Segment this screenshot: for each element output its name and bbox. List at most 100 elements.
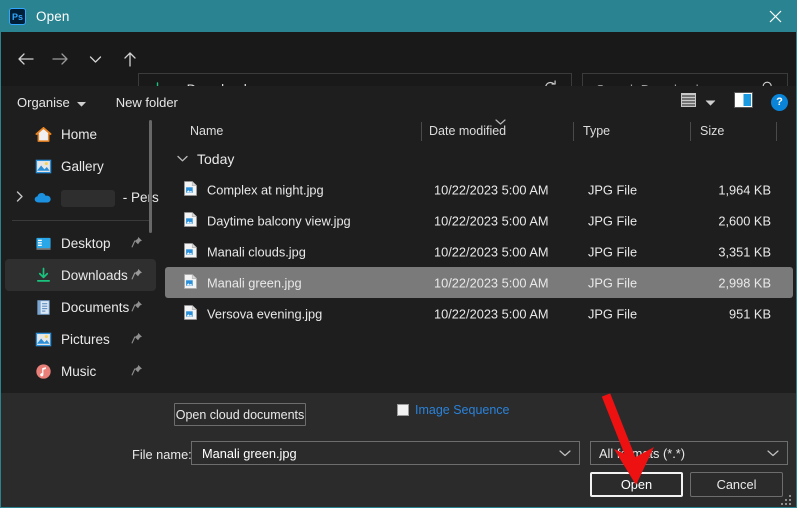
desktop-glyph — [35, 237, 51, 250]
chevron-right-glyph — [16, 191, 23, 202]
jpg-file-icon — [184, 180, 197, 199]
file-name-input[interactable] — [200, 444, 554, 462]
file-name-label: File name: — [132, 447, 192, 462]
table-row-selected[interactable]: Manali green.jpg 10/22/2023 5:00 AM JPG … — [165, 267, 793, 298]
jpg-file-glyph — [184, 304, 197, 320]
photoshop-icon: Ps — [9, 8, 26, 25]
file-format-combobox[interactable]: All formats (*.*) — [590, 441, 788, 465]
sidebar-item-label: Music — [61, 363, 97, 379]
file-name-chevron-down-icon[interactable] — [559, 444, 571, 462]
group-header-today[interactable]: Today — [160, 144, 796, 174]
file-list: Name Date modified Type Size Today Compl… — [160, 118, 796, 393]
sidebar-item-music[interactable]: Music — [5, 355, 156, 387]
file-date: 10/22/2023 5:00 AM — [434, 182, 549, 197]
back-arrow-glyph — [17, 53, 34, 65]
documents-icon — [34, 298, 52, 316]
file-name: Manali green.jpg — [207, 275, 302, 290]
home-icon — [34, 125, 52, 143]
desktop-icon — [34, 234, 52, 252]
open-button[interactable]: Open — [590, 472, 683, 497]
navigation-sidebar[interactable]: Home Gallery - Pers Desktop Downloads Do… — [1, 118, 160, 393]
group-collapse-chevron-down-icon[interactable] — [177, 154, 188, 165]
table-row[interactable]: Daytime balcony view.jpg 10/22/2023 5:00… — [165, 205, 793, 236]
pin-glyph — [131, 268, 142, 279]
help-button[interactable]: ? — [771, 93, 788, 111]
column-header-date-modified[interactable]: Date modified — [429, 124, 506, 138]
file-format-value: All formats (*.*) — [599, 445, 686, 461]
column-divider[interactable] — [573, 122, 574, 141]
view-options-chevron-down-icon[interactable] — [705, 93, 716, 111]
image-sequence-checkbox[interactable] — [397, 404, 409, 416]
file-type: JPG File — [588, 244, 638, 259]
window-title: Open — [36, 9, 70, 24]
up-icon[interactable] — [115, 44, 145, 74]
sidebar-item-desktop[interactable]: Desktop — [5, 227, 156, 259]
cloud-glyph — [34, 192, 51, 203]
command-bar: Organise New folder ? — [1, 86, 796, 118]
pin-icon[interactable] — [131, 268, 143, 283]
resize-grip[interactable] — [781, 492, 793, 505]
gallery-glyph — [35, 159, 51, 173]
file-name-combobox[interactable] — [191, 441, 580, 465]
image-sequence-label[interactable]: Image Sequence — [415, 403, 510, 417]
pin-icon[interactable] — [131, 364, 143, 379]
jpg-file-glyph — [184, 273, 197, 289]
pin-icon[interactable] — [131, 300, 143, 315]
jpg-file-icon — [184, 304, 197, 323]
recent-locations-chevron-down-icon[interactable] — [80, 44, 110, 74]
sidebar-item-pictures[interactable]: Pictures — [5, 323, 156, 355]
table-row[interactable]: Manali clouds.jpg 10/22/2023 5:00 AM JPG… — [165, 236, 793, 267]
column-divider[interactable] — [421, 122, 422, 141]
jpg-file-icon — [184, 211, 197, 230]
file-name: Daytime balcony view.jpg — [207, 213, 351, 228]
file-type: JPG File — [588, 306, 638, 321]
column-divider[interactable] — [690, 122, 691, 141]
file-size: 2,998 KB — [718, 275, 771, 290]
list-view-icon[interactable] — [680, 92, 697, 113]
sidebar-item-gallery[interactable]: Gallery — [5, 150, 156, 182]
column-header-type[interactable]: Type — [583, 124, 610, 138]
group-label: Today — [197, 151, 235, 167]
image-sequence-checkbox-group[interactable]: Image Sequence — [397, 403, 510, 417]
forward-icon[interactable] — [45, 44, 75, 74]
organise-button[interactable]: Organise — [17, 95, 86, 110]
file-date: 10/22/2023 5:00 AM — [434, 244, 549, 259]
column-header-name[interactable]: Name — [190, 124, 223, 138]
table-row[interactable]: Versova evening.jpg 10/22/2023 5:00 AM J… — [165, 298, 793, 329]
table-row[interactable]: Complex at night.jpg 10/22/2023 5:00 AM … — [165, 174, 793, 205]
sidebar-scrollbar[interactable] — [149, 120, 152, 233]
sidebar-item-documents[interactable]: Documents — [5, 291, 156, 323]
column-header-size[interactable]: Size — [700, 124, 724, 138]
pin-icon[interactable] — [131, 236, 143, 251]
close-icon[interactable] — [753, 1, 796, 32]
sidebar-item-label: Home — [61, 126, 98, 142]
sidebar-item-label: Desktop — [61, 235, 111, 251]
open-file-dialog: Ps Open Search Downloads Organise New fo… — [0, 0, 797, 508]
open-cloud-documents-button[interactable]: Open cloud documents — [174, 403, 306, 426]
column-divider[interactable] — [776, 122, 777, 141]
file-size: 1,964 KB — [718, 182, 771, 197]
title-bar: Ps Open — [1, 1, 796, 32]
chevron-down-glyph — [76, 101, 86, 107]
preview-pane-icon[interactable] — [734, 91, 753, 113]
chevron-down-glyph — [705, 100, 716, 106]
sidebar-item-onedrive-personal[interactable]: - Pers — [5, 182, 159, 214]
new-folder-button[interactable]: New folder — [116, 95, 178, 110]
sidebar-item-downloads[interactable]: Downloads — [5, 259, 156, 291]
pin-icon[interactable] — [131, 332, 143, 347]
sidebar-item-label-group: - Pers — [61, 189, 159, 207]
list-view-glyph — [681, 92, 696, 107]
sidebar-item-home[interactable]: Home — [5, 118, 156, 150]
file-type: JPG File — [588, 213, 638, 228]
file-size: 2,600 KB — [718, 213, 771, 228]
sidebar-item-label: Downloads — [61, 267, 128, 283]
pin-glyph — [131, 364, 142, 375]
downloads-icon — [34, 266, 52, 284]
file-name: Manali clouds.jpg — [207, 244, 306, 259]
cancel-button[interactable]: Cancel — [690, 472, 783, 497]
jpg-file-glyph — [184, 242, 197, 258]
sidebar-item-label: - Pers — [122, 189, 159, 205]
expand-chevron-right-icon[interactable] — [16, 191, 24, 205]
file-format-chevron-down-icon[interactable] — [767, 444, 779, 462]
back-icon[interactable] — [10, 44, 40, 74]
